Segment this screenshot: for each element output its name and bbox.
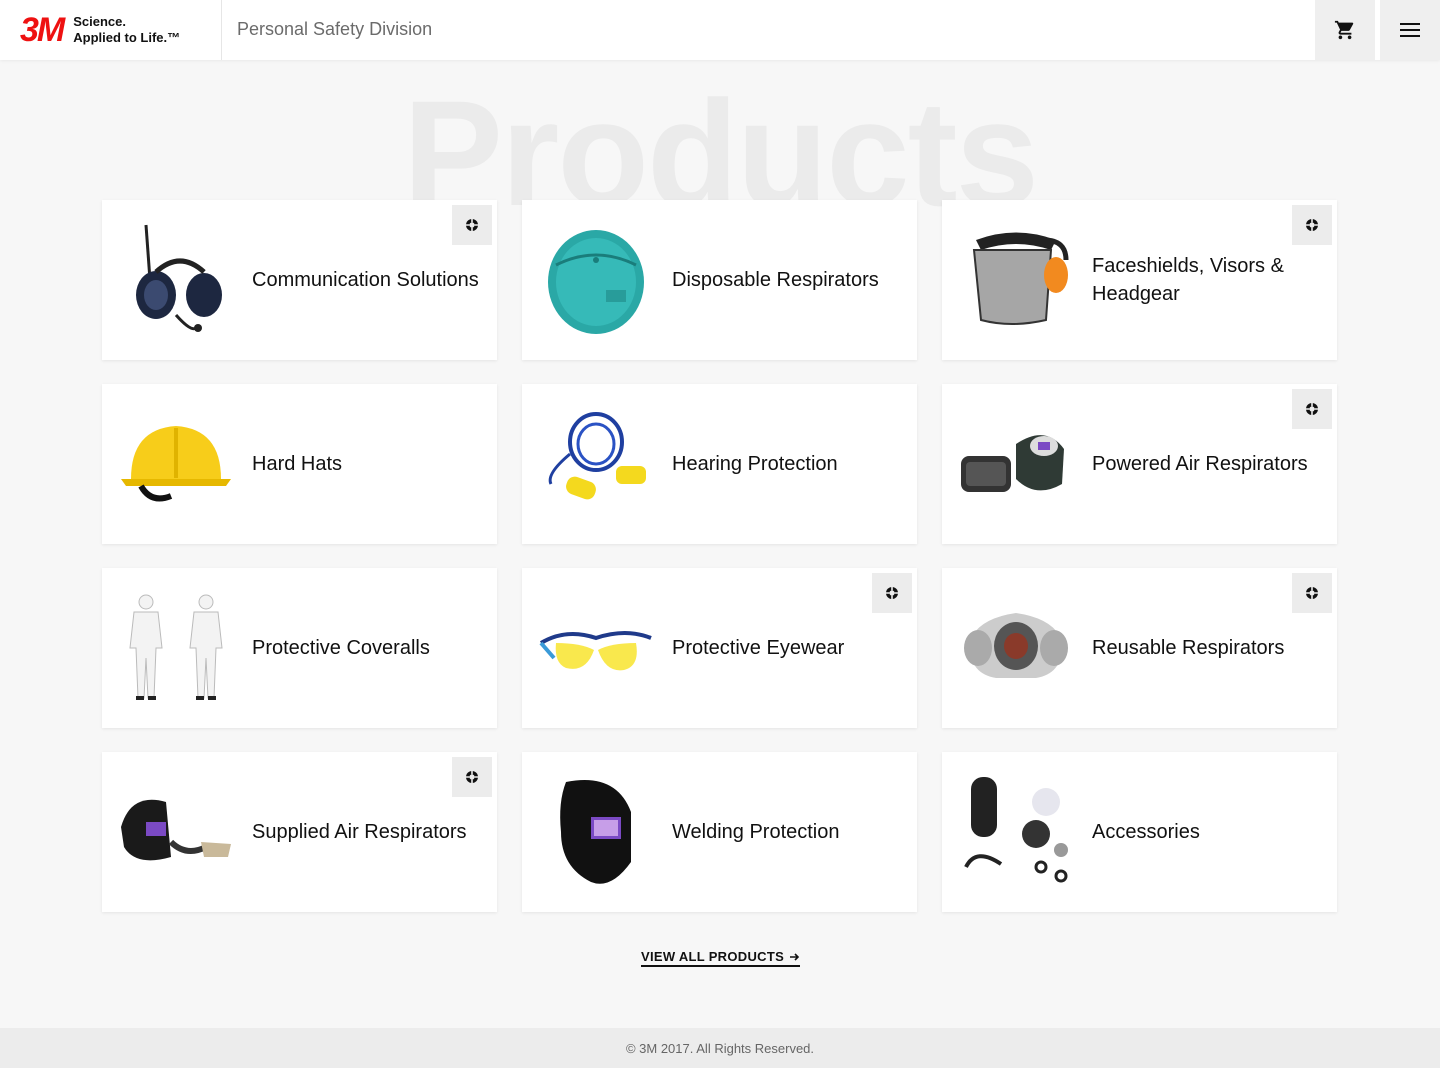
3m-logo: 3M <box>20 11 65 49</box>
lifebuoy-icon <box>1306 587 1318 599</box>
faceshield-icon <box>956 220 1076 340</box>
arrow-right-icon <box>790 952 800 961</box>
header-divider <box>221 0 222 60</box>
site-footer: © 3M 2017. All Rights Reserved. <box>0 1028 1440 1068</box>
coveralls-icon <box>116 588 236 708</box>
brand-logo[interactable]: 3M Science. Applied to Life.™ <box>20 11 180 49</box>
product-card-label: Protective Eyewear <box>672 637 845 659</box>
lifebuoy-badge-button[interactable] <box>452 757 492 797</box>
product-grid: Communication Solutions Disposable Respir… <box>102 200 1338 912</box>
product-card[interactable]: Powered Air Respirators <box>942 384 1337 544</box>
copyright-text: © 3M 2017. All Rights Reserved. <box>625 1040 815 1056</box>
product-card[interactable]: Protective Eyewear <box>522 568 917 728</box>
product-card-label: Accessories <box>1092 821 1200 843</box>
hamburger-menu-icon <box>1400 23 1420 37</box>
product-card-label: Supplied Air Respirators <box>252 821 467 843</box>
product-card[interactable]: Protective Coveralls <box>102 568 497 728</box>
product-card-label: Hearing Protection <box>672 453 838 475</box>
hard-hat-icon <box>116 404 236 524</box>
headset-icon <box>116 220 236 340</box>
brand-tagline: Science. Applied to Life.™ <box>73 14 180 46</box>
lifebuoy-icon <box>466 219 478 231</box>
lifebuoy-icon <box>1306 219 1318 231</box>
product-card[interactable]: Faceshields, Visors & Headgear <box>942 200 1337 360</box>
reusable-respirator-icon <box>956 588 1076 708</box>
product-card[interactable]: Hearing Protection <box>522 384 917 544</box>
product-card-label: Protective Coveralls <box>252 637 430 659</box>
product-card[interactable]: Reusable Respirators <box>942 568 1337 728</box>
accessories-icon <box>956 772 1076 892</box>
lifebuoy-badge-button[interactable] <box>452 205 492 245</box>
lifebuoy-icon <box>466 771 478 783</box>
product-card[interactable]: Welding Protection <box>522 752 917 912</box>
product-card[interactable]: Communication Solutions <box>102 200 497 360</box>
product-card[interactable]: Hard Hats <box>102 384 497 544</box>
product-card-label: Disposable Respirators <box>672 269 879 291</box>
safety-glasses-icon <box>536 588 656 708</box>
product-card-label: Faceshields, Visors & Headgear <box>1092 255 1284 305</box>
cart-icon <box>1334 20 1354 40</box>
supplied-air-icon <box>116 772 236 892</box>
lifebuoy-badge-button[interactable] <box>1292 389 1332 429</box>
cart-button[interactable] <box>1315 0 1375 60</box>
product-card-label: Communication Solutions <box>252 269 479 291</box>
disposable-mask-icon <box>536 220 656 340</box>
product-card-label: Hard Hats <box>252 453 343 475</box>
menu-button[interactable] <box>1380 0 1440 60</box>
view-all-label: VIEW ALL PRODUCTS <box>641 949 785 964</box>
lifebuoy-badge-button[interactable] <box>1292 205 1332 245</box>
powered-respirator-icon <box>956 404 1076 524</box>
lifebuoy-badge-button[interactable] <box>1292 573 1332 613</box>
product-card-label: Powered Air Respirators <box>1092 453 1308 475</box>
product-card[interactable]: Disposable Respirators <box>522 200 917 360</box>
view-all-products-link[interactable]: VIEW ALL PRODUCTS <box>641 949 801 967</box>
lifebuoy-icon <box>1306 403 1318 415</box>
product-card[interactable]: Accessories <box>942 752 1337 912</box>
tagline-line-2: Applied to Life.™ <box>73 30 181 45</box>
product-card[interactable]: Supplied Air Respirators <box>102 752 497 912</box>
tagline-line-1: Science. <box>73 14 126 29</box>
earplugs-icon <box>536 404 656 524</box>
site-header: 3M Science. Applied to Life.™ Personal S… <box>0 0 1440 60</box>
product-card-label: Reusable Respirators <box>1092 637 1285 659</box>
division-title[interactable]: Personal Safety Division <box>237 19 432 40</box>
lifebuoy-icon <box>886 587 898 599</box>
welding-helmet-icon <box>536 772 656 892</box>
product-card-label: Welding Protection <box>672 821 840 843</box>
lifebuoy-badge-button[interactable] <box>872 573 912 613</box>
